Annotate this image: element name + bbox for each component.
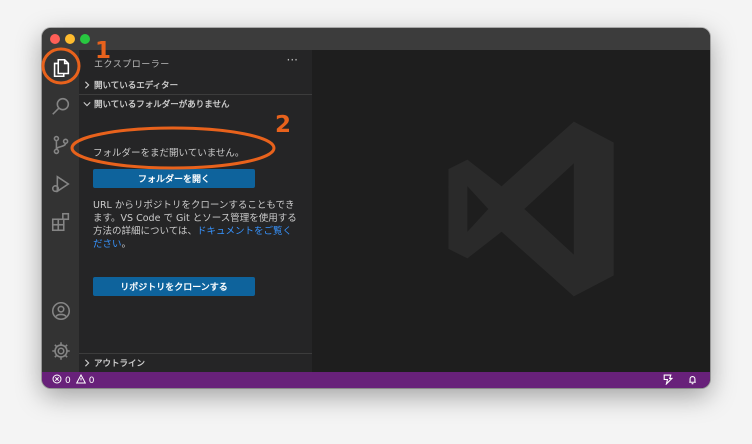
- problems-indicator[interactable]: 0 0: [52, 373, 95, 387]
- activity-bar: [42, 50, 79, 372]
- annotation-circle-explorer: [41, 47, 81, 85]
- more-actions-icon[interactable]: ···: [287, 53, 298, 67]
- no-folder-label: 開いているフォルダーがありません: [94, 99, 230, 110]
- settings-gear-icon[interactable]: [47, 337, 74, 364]
- chevron-right-icon: [80, 358, 94, 367]
- extensions-icon[interactable]: [47, 208, 74, 235]
- zoom-window-button[interactable]: [80, 34, 90, 44]
- annotation-ellipse-open-folder: [70, 126, 276, 170]
- warning-icon: [75, 373, 86, 387]
- annotation-number-2: 2: [275, 112, 292, 138]
- minimize-window-button[interactable]: [65, 34, 75, 44]
- warning-count: 0: [88, 375, 95, 386]
- run-debug-icon[interactable]: [47, 170, 74, 197]
- explorer-sidebar: エクスプローラー ··· 開いているエディター 開いているフォルダーがありません…: [79, 50, 312, 372]
- open-editors-section[interactable]: 開いているエディター: [79, 76, 312, 93]
- clone-info-message: URL からリポジトリをクローンすることもできます。VS Code で Git …: [93, 199, 301, 251]
- vscode-window: エクスプローラー ··· 開いているエディター 開いているフォルダーがありません…: [42, 28, 710, 388]
- title-bar: [42, 28, 710, 50]
- notifications-bell-icon[interactable]: [687, 374, 698, 388]
- clone-info-end: 。: [121, 239, 132, 250]
- search-icon[interactable]: [47, 92, 74, 119]
- open-editors-label: 開いているエディター: [94, 80, 179, 91]
- chevron-down-icon: [80, 100, 94, 108]
- outline-section[interactable]: アウトライン: [79, 354, 312, 371]
- close-window-button[interactable]: [50, 34, 60, 44]
- status-bar: 0 0: [42, 372, 710, 388]
- no-folder-section[interactable]: 開いているフォルダーがありません: [79, 95, 312, 112]
- annotation-number-1: 1: [95, 38, 112, 64]
- editor-area: [312, 50, 710, 372]
- outline-label: アウトライン: [94, 358, 146, 369]
- error-icon: [52, 374, 62, 387]
- clone-repository-button[interactable]: リポジトリをクローンする: [93, 277, 255, 296]
- vscode-watermark-logo: [448, 121, 614, 297]
- accounts-icon[interactable]: [47, 297, 74, 324]
- feedback-icon[interactable]: [662, 374, 674, 388]
- error-count: 0: [65, 375, 71, 386]
